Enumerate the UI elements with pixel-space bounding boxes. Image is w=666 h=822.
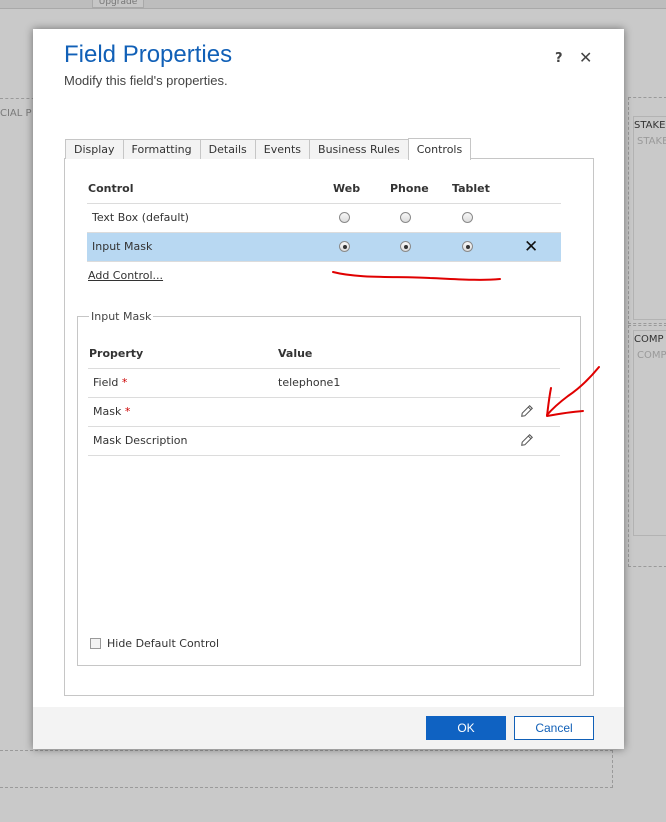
input-mask-legend: Input Mask <box>89 310 154 323</box>
property-value: telephone1 <box>278 376 341 389</box>
help-icon[interactable]: ? <box>555 51 563 66</box>
background-right-placeholder-1: STAKE <box>637 136 666 147</box>
background-right-label-2: COMP <box>634 334 664 345</box>
property-row-field[interactable]: Field * telephone1 <box>88 369 560 398</box>
hide-default-checkbox[interactable] <box>90 638 101 649</box>
add-control-link[interactable]: Add Control... <box>88 269 163 282</box>
control-row-input-mask[interactable]: Input Mask ✕ <box>87 233 561 262</box>
cancel-button[interactable]: Cancel <box>514 716 594 740</box>
tab-strip: Display Formatting Details Events Busine… <box>65 138 472 160</box>
tab-controls[interactable]: Controls <box>407 138 472 160</box>
property-row-mask[interactable]: Mask * <box>88 398 560 427</box>
tab-details[interactable]: Details <box>199 139 256 159</box>
control-name: Text Box (default) <box>92 211 189 224</box>
radio-web[interactable] <box>339 212 350 223</box>
ok-button[interactable]: OK <box>426 716 506 740</box>
radio-tablet[interactable] <box>462 241 473 252</box>
tab-business-rules[interactable]: Business Rules <box>309 139 409 159</box>
tab-display[interactable]: Display <box>65 139 124 159</box>
property-label: Mask Description <box>93 434 188 447</box>
property-label: Field <box>93 376 119 389</box>
hide-default-control[interactable]: Hide Default Control <box>90 637 219 650</box>
column-header-property: Property <box>89 347 144 360</box>
tab-events[interactable]: Events <box>254 139 311 159</box>
pencil-icon[interactable] <box>520 404 534 418</box>
hide-default-label: Hide Default Control <box>107 637 220 650</box>
controls-table-header: Control Web Phone Tablet <box>87 182 561 204</box>
pencil-icon[interactable] <box>520 433 534 447</box>
input-mask-section: Input Mask Property Value Field * teleph… <box>77 310 581 666</box>
background-bottom-section <box>0 750 613 788</box>
property-row-mask-description[interactable]: Mask Description <box>88 427 560 456</box>
column-header-value: Value <box>278 347 313 360</box>
radio-phone[interactable] <box>400 212 411 223</box>
background-upgrade-button: Upgrade <box>92 0 144 8</box>
background-right-label-1: STAKE <box>634 120 666 131</box>
controls-table: Control Web Phone Tablet Text Box (defau… <box>87 182 561 262</box>
radio-phone[interactable] <box>400 241 411 252</box>
property-table-header: Property Value <box>88 347 560 369</box>
background-right-placeholder-2: COMP <box>637 350 666 361</box>
tab-formatting[interactable]: Formatting <box>122 139 201 159</box>
property-name: Field * <box>93 369 127 397</box>
column-header-phone: Phone <box>390 182 429 195</box>
field-properties-dialog: Field Properties Modify this field's pro… <box>33 29 624 749</box>
radio-tablet[interactable] <box>462 212 473 223</box>
control-name: Input Mask <box>92 240 153 253</box>
required-marker: * <box>124 405 131 418</box>
property-name: Mask * <box>93 398 130 426</box>
property-label: Mask <box>93 405 122 418</box>
remove-control-icon[interactable]: ✕ <box>524 237 538 257</box>
background-left-label: CIAL P <box>0 108 32 119</box>
dialog-title: Field Properties <box>64 41 233 68</box>
property-table: Property Value Field * telephone1 Mask * <box>88 347 560 456</box>
close-icon[interactable]: ✕ <box>579 48 592 67</box>
control-row-text-box[interactable]: Text Box (default) <box>87 204 561 233</box>
column-header-tablet: Tablet <box>452 182 490 195</box>
required-marker: * <box>121 376 128 389</box>
dialog-subtitle: Modify this field's properties. <box>64 73 228 88</box>
radio-web[interactable] <box>339 241 350 252</box>
column-header-web: Web <box>333 182 361 195</box>
column-header-control: Control <box>88 182 134 195</box>
